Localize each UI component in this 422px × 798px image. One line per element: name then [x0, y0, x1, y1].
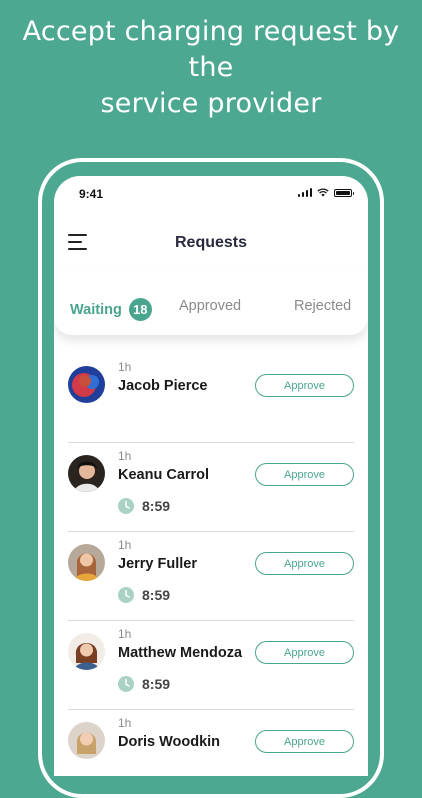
requester-name: Jacob Pierce [118, 378, 208, 394]
request-time-ago: 1h [118, 627, 132, 641]
request-timer: 8:59 [118, 587, 170, 603]
request-row: 1h Jacob Pierce Approve [68, 354, 354, 442]
request-time-ago: 1h [118, 538, 132, 552]
clock-icon [118, 587, 134, 603]
tab-waiting-label: Waiting [70, 301, 122, 318]
clock-icon [118, 676, 134, 692]
request-timer: 8:59 [118, 498, 170, 514]
avatar [68, 455, 105, 492]
requester-name: Keanu Carrol [118, 467, 210, 483]
request-time-ago: 1h [118, 716, 132, 730]
requester-name: Matthew Mendoza [118, 645, 243, 661]
request-time-ago: 1h [118, 360, 132, 374]
wifi-icon [317, 188, 329, 197]
page-title: Requests [174, 234, 248, 251]
phone-screen: 9:41 Requests Waiting 18 Approved Reject… [54, 176, 368, 776]
waiting-count-badge: 18 [128, 298, 152, 321]
timer-value: 8:59 [142, 676, 171, 692]
approve-button[interactable]: Approve [255, 374, 354, 397]
avatar [68, 366, 105, 403]
request-timer: 8:59 [118, 676, 170, 692]
timer-value: 8:59 [142, 498, 171, 514]
approve-button[interactable]: Approve [255, 552, 354, 575]
requester-name: Jerry Fuller [118, 556, 197, 572]
requester-name: Doris Woodkin [118, 734, 221, 750]
avatar [68, 722, 105, 759]
avatar [68, 544, 105, 581]
headline-line-1: Accept charging request by the [22, 16, 400, 83]
headline: Accept charging request by the service p… [0, 14, 422, 122]
request-row: 1h Jerry Fuller 8:59 Approve [68, 531, 354, 620]
headline-line-2: service provider [100, 88, 322, 119]
status-icons [297, 188, 354, 197]
request-row: 1h Keanu Carrol 8:59 Approve [68, 442, 354, 531]
signal-icon [297, 188, 312, 197]
approve-button[interactable]: Approve [255, 641, 354, 664]
tabs-bar: Waiting 18 Approved Rejected [54, 271, 368, 335]
request-list: 1h Jacob Pierce Approve 1h Keanu Carrol … [68, 354, 354, 776]
request-time-ago: 1h [118, 449, 132, 463]
clock-icon [118, 498, 134, 514]
tab-waiting[interactable]: Waiting 18 [70, 298, 152, 321]
request-row: 1h Doris Woodkin Approve [68, 709, 354, 776]
timer-value: 8:59 [142, 587, 171, 603]
battery-icon [334, 188, 354, 197]
tab-rejected[interactable]: Rejected [294, 298, 351, 314]
status-time: 9:41 [79, 187, 104, 201]
tab-approved[interactable]: Approved [179, 298, 241, 314]
avatar [68, 633, 105, 670]
request-row: 1h Matthew Mendoza 8:59 Approve [68, 620, 354, 709]
approve-button[interactable]: Approve [255, 463, 354, 486]
